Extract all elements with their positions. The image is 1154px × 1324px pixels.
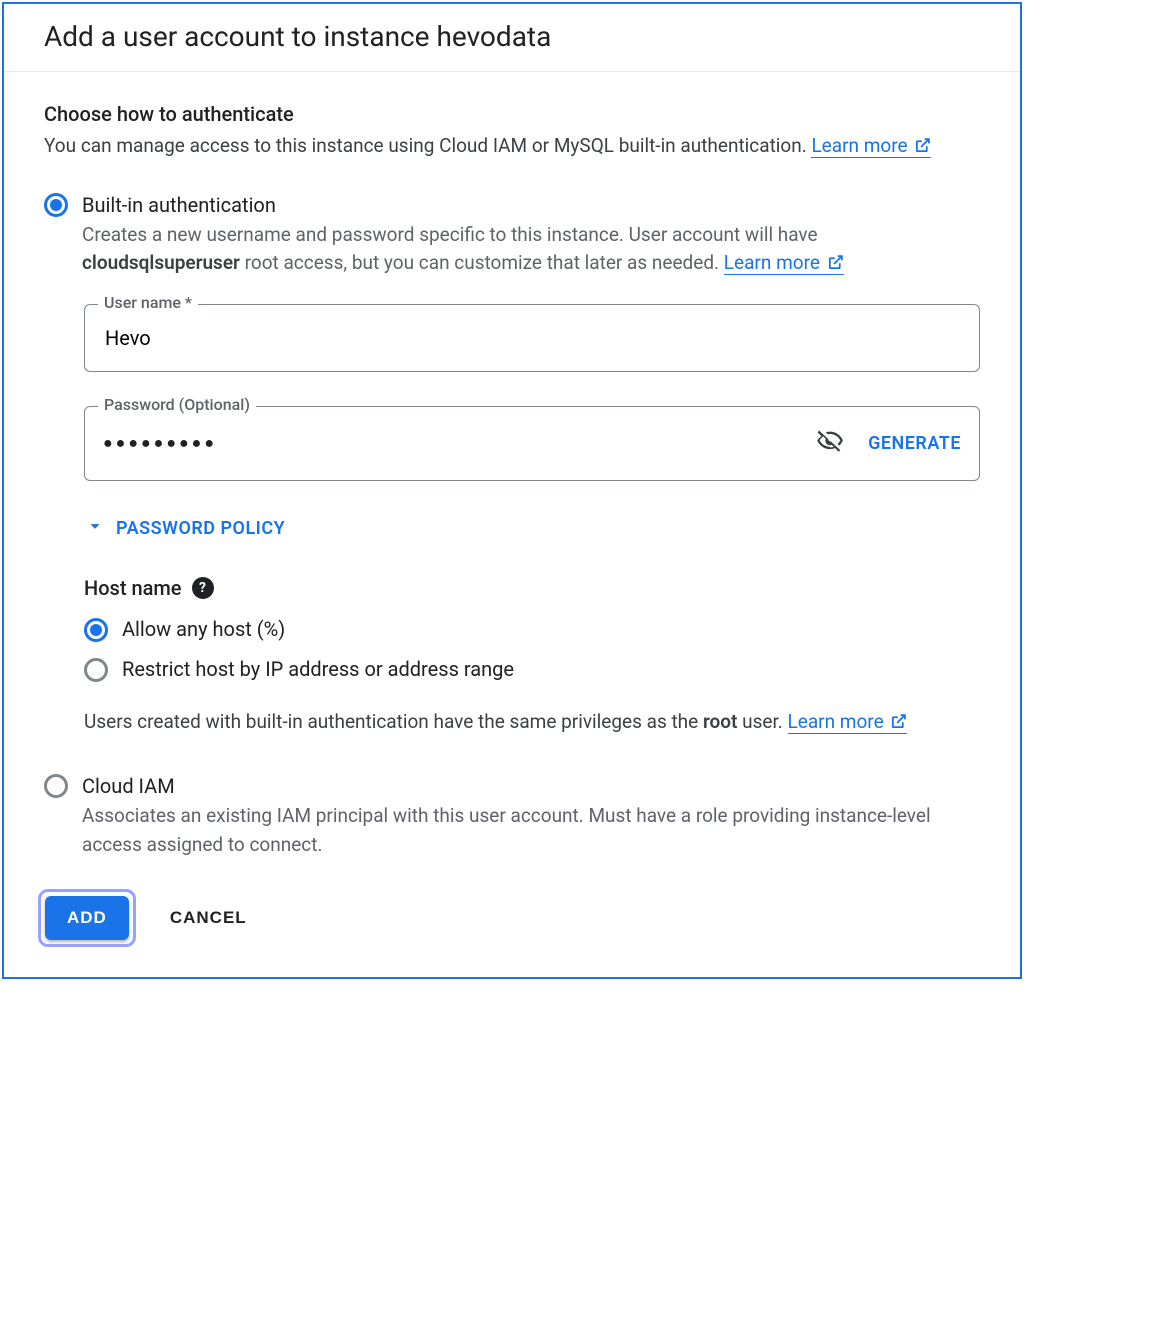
radio-unselected-icon: [84, 658, 108, 682]
username-box: [84, 304, 980, 372]
dialog-title: Add a user account to instance hevodata: [44, 20, 980, 53]
builtin-auth-content: Built-in authentication Creates a new us…: [82, 191, 980, 280]
password-box: ●●●●●●●●● GENERATE: [84, 406, 980, 481]
auth-section-title: Choose how to authenticate: [44, 102, 980, 126]
host-allow-any-option[interactable]: Allow any host (%): [84, 616, 980, 642]
builtin-desc-post: root access, but you can customize that …: [240, 251, 724, 274]
builtin-form: User name * Password (Optional) ●●●●●●●●…: [84, 304, 980, 739]
add-user-dialog: Add a user account to instance hevodata …: [2, 2, 1022, 979]
cloud-iam-desc: Associates an existing IAM principal wit…: [82, 802, 980, 859]
username-input[interactable]: [103, 325, 961, 351]
username-field: User name *: [84, 304, 980, 372]
dialog-content: Choose how to authenticate You can manag…: [4, 72, 1020, 859]
dialog-header: Add a user account to instance hevodata: [4, 4, 1020, 72]
builtin-desc-role: cloudsqlsuperuser: [82, 251, 240, 274]
note-pre: Users created with built-in authenticati…: [84, 710, 703, 733]
learn-more-label: Learn more: [811, 134, 907, 157]
privilege-note: Users created with built-in authenticati…: [84, 708, 980, 739]
cloud-iam-content: Cloud IAM Associates an existing IAM pri…: [82, 772, 980, 859]
host-restrict-label: Restrict host by IP address or address r…: [122, 657, 514, 681]
hostname-label: Host name: [84, 576, 182, 600]
auth-section-subtitle: You can manage access to this instance u…: [44, 132, 980, 163]
builtin-learn-more-link[interactable]: Learn more: [724, 251, 844, 275]
radio-selected-icon: [84, 618, 108, 642]
cloud-iam-option[interactable]: Cloud IAM Associates an existing IAM pri…: [44, 772, 980, 859]
auth-learn-more-link[interactable]: Learn more: [811, 134, 931, 158]
add-button[interactable]: ADD: [45, 896, 129, 940]
password-field: Password (Optional) ●●●●●●●●● GENERATE: [84, 406, 980, 481]
note-root: root: [703, 710, 737, 733]
privilege-learn-more-label: Learn more: [788, 710, 884, 733]
add-button-highlight: ADD: [38, 889, 136, 947]
host-allow-any-label: Allow any host (%): [122, 617, 285, 641]
generate-button[interactable]: GENERATE: [868, 433, 961, 454]
builtin-auth-desc: Creates a new username and password spec…: [82, 221, 980, 280]
auth-subtitle-text: You can manage access to this instance u…: [44, 134, 811, 157]
cloud-iam-label: Cloud IAM: [82, 772, 980, 800]
builtin-auth-label: Built-in authentication: [82, 191, 980, 219]
external-link-icon: [914, 134, 931, 163]
username-label: User name *: [98, 293, 198, 312]
radio-selected-icon: [44, 193, 68, 217]
password-masked[interactable]: ●●●●●●●●●: [103, 433, 816, 453]
external-link-icon: [827, 251, 844, 280]
external-link-icon: [890, 710, 907, 739]
radio-unselected-icon: [44, 774, 68, 798]
password-policy-toggle[interactable]: PASSWORD POLICY: [84, 515, 980, 542]
cancel-button[interactable]: CANCEL: [164, 907, 253, 929]
builtin-desc-pre: Creates a new username and password spec…: [82, 223, 818, 246]
help-icon[interactable]: ?: [192, 577, 214, 599]
note-post: user.: [737, 710, 787, 733]
dialog-footer: ADD CANCEL: [4, 889, 1020, 947]
password-label: Password (Optional): [98, 395, 256, 414]
hostname-header: Host name ?: [84, 576, 980, 600]
privilege-learn-more-link[interactable]: Learn more: [788, 710, 908, 734]
password-policy-label: PASSWORD POLICY: [116, 518, 285, 539]
builtin-learn-more-label: Learn more: [724, 251, 820, 274]
host-restrict-option[interactable]: Restrict host by IP address or address r…: [84, 656, 980, 682]
visibility-off-icon[interactable]: [816, 427, 844, 460]
chevron-down-icon: [84, 515, 106, 542]
builtin-auth-option[interactable]: Built-in authentication Creates a new us…: [44, 191, 980, 280]
